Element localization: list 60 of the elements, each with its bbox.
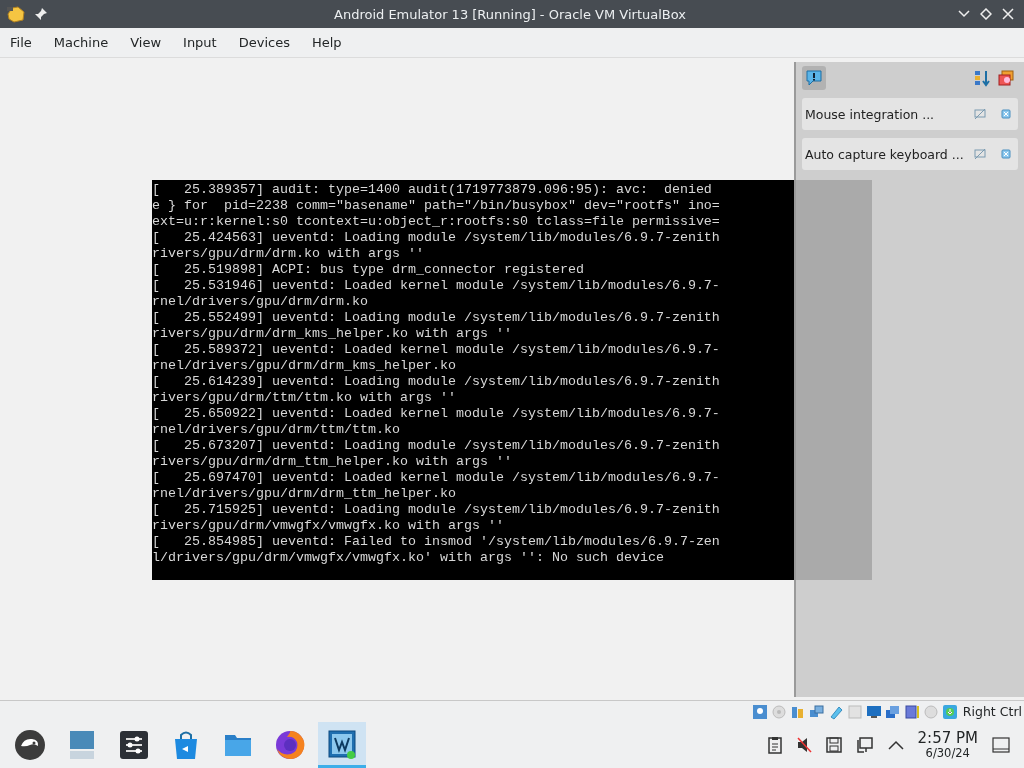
menu-item[interactable]: Input	[175, 31, 225, 54]
virtualbox-icon	[326, 727, 358, 760]
console-line: ext=u:r:kernel:s0 tcontext=u:object_r:rootfs:s0 tclass=file permissive=	[152, 214, 721, 230]
console-line: rnel/drivers/gpu/drm/drm_kms_helper.ko	[152, 358, 457, 374]
host-key-label: Right Ctrl	[962, 704, 1022, 719]
notification-item[interactable]: Auto capture keyboard ...	[802, 138, 1018, 170]
sort-down-icon[interactable]	[973, 69, 991, 87]
menu-item[interactable]: Machine	[45, 31, 117, 54]
console-line: [ 25.424563] ueventd: Loading module /system/lib/modules/6.9.7-zenith	[152, 230, 721, 246]
console-line: rivers/gpu/drm/drm_ttm_helper.ko with args ''	[152, 454, 513, 470]
expand-tray-icon[interactable]	[887, 740, 904, 750]
windows-icon[interactable]	[997, 69, 1015, 87]
menu-item[interactable]: Help	[303, 31, 350, 54]
window-title: Android Emulator 13 [Running] - Oracle VM VirtualBox	[333, 6, 687, 22]
menu-item[interactable]: File	[2, 31, 40, 54]
snapshot-icon[interactable]	[884, 703, 901, 720]
console-line: [ 25.854985] ueventd: Failed to insmod '/system/lib/modules/6.9.7-zen	[152, 534, 721, 550]
display-icon[interactable]	[865, 703, 882, 720]
notification-text: Auto capture keyboard ...	[805, 146, 965, 162]
console-line: [ 25.673207] ueventd: Loading module /system/lib/modules/6.9.7-zenith	[152, 438, 721, 454]
console-line: [ 25.589372] ueventd: Loaded kernel module /system/lib/modules/6.9.7-	[152, 342, 721, 358]
console-line: [ 25.697470] ueventd: Loaded kernel module /system/lib/modules/6.9.7-	[152, 470, 721, 486]
browser-icon	[274, 729, 306, 761]
taskbar-app[interactable]	[318, 722, 366, 768]
console-line: [ 25.650922] ueventd: Loaded kernel module /system/lib/modules/6.9.7-	[152, 406, 721, 422]
network-monitor-icon[interactable]	[855, 736, 874, 754]
clipboard-icon[interactable]	[767, 736, 782, 754]
console-line: rnel/drivers/gpu/drm/drm_ttm_helper.ko	[152, 486, 457, 502]
console-line: [ 25.389357] audit: type=1400 audit(1719773879.096:95): avc: denied	[152, 182, 713, 198]
keyboard-capture-icon[interactable]	[941, 703, 958, 720]
clock-time[interactable]: 2:57 PM	[917, 730, 978, 747]
notification-text: Mouse integration ...	[805, 106, 936, 122]
maximize-icon[interactable]	[980, 8, 992, 20]
console-line: [ 25.519898] ACPI: bus type drm_connector registered	[152, 262, 585, 278]
menu-item[interactable]: View	[122, 31, 170, 54]
console-line: l/drivers/gpu/drm/vmwgfx/vmwgfx.ko' with args '': No such device	[152, 550, 665, 566]
network-icon[interactable]	[808, 703, 825, 720]
console-line: e } for pid=2238 comm="basename" path="/bin/busybox" dev="rootfs" ino=	[152, 198, 721, 214]
console-line: rivers/gpu/drm/ttm/ttm.ko with args ''	[152, 390, 457, 406]
minimize-icon[interactable]	[958, 10, 970, 18]
console-line: [ 25.715925] ueventd: Loading module /system/lib/modules/6.9.7-zenith	[152, 502, 721, 518]
console-line: rivers/gpu/drm/vmwgfx/vmwgfx.ko with args ''	[152, 518, 505, 534]
muted-speaker-icon[interactable]	[795, 736, 812, 754]
console-line: [ 25.531946] ueventd: Loaded kernel module /system/lib/modules/6.9.7-	[152, 278, 721, 294]
notification-item[interactable]: Mouse integration ...	[802, 98, 1018, 130]
console-line: rivers/gpu/drm/drm_kms_helper.ko with args ''	[152, 326, 513, 342]
console-line: [ 25.614239] ueventd: Loading module /system/lib/modules/6.9.7-zenith	[152, 374, 721, 390]
console-line: rnel/drivers/gpu/drm/drm.ko	[152, 294, 369, 310]
message-icon[interactable]	[805, 69, 823, 87]
console-line: rnel/drivers/gpu/drm/ttm/ttm.ko	[152, 422, 401, 438]
gecko-logo-icon	[14, 729, 46, 761]
console-line: [ 25.552499] ueventd: Loading module /system/lib/modules/6.9.7-zenith	[152, 310, 721, 326]
settings-icon	[118, 729, 150, 761]
pin-icon[interactable]	[34, 7, 48, 21]
clock-date[interactable]: 6/30/24	[925, 747, 970, 760]
console-line: rivers/gpu/drm/drm.ko with args ''	[152, 246, 425, 262]
virtualization-icon[interactable]	[903, 703, 920, 720]
app-icon	[6, 5, 26, 23]
menu-item[interactable]: Devices	[230, 31, 298, 54]
show-desktop-icon[interactable]	[992, 737, 1010, 753]
